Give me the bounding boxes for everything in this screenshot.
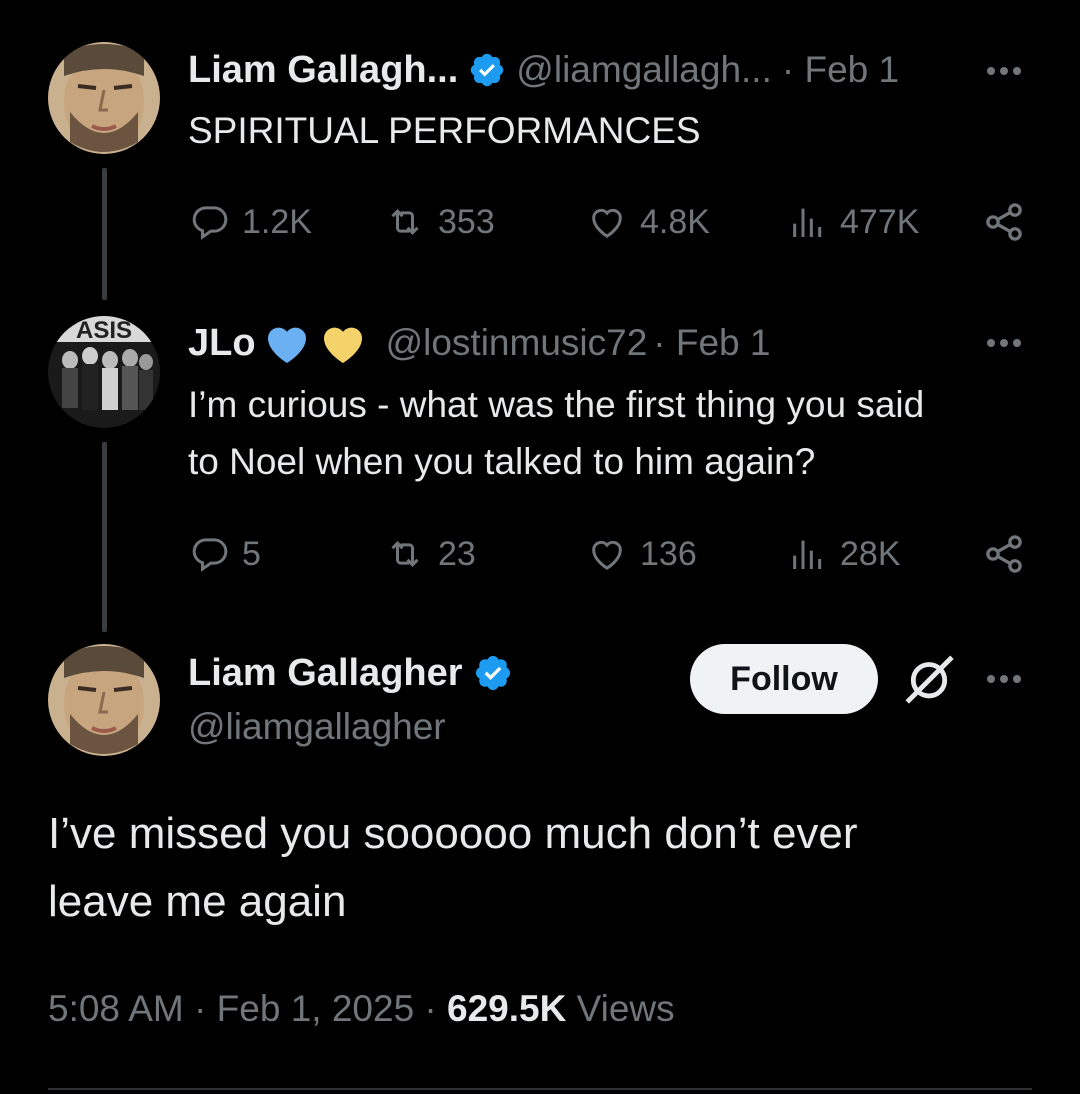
share-icon <box>986 535 1022 573</box>
reply-button[interactable]: 5 <box>190 530 261 578</box>
views-count: 28K <box>840 534 901 573</box>
reply-count: 1.2K <box>242 202 312 241</box>
author-handle[interactable]: @liamgallagher <box>188 706 446 748</box>
thread-line <box>102 442 107 632</box>
separator: · <box>194 988 207 1029</box>
repost-icon <box>391 209 419 235</box>
main-tweet-text: I’ve missed you soooooo much don’t ever … <box>48 800 858 936</box>
share-button[interactable] <box>982 530 1026 578</box>
tweet-text: SPIRITUAL PERFORMANCES <box>188 110 701 151</box>
more-options-icon[interactable] <box>987 339 1021 347</box>
heart-icon <box>592 208 622 238</box>
like-count: 136 <box>640 534 697 573</box>
author-name[interactable]: Liam Gallagher <box>188 652 463 695</box>
divider <box>48 1088 1032 1090</box>
reply-button[interactable]: 1.2K <box>190 198 312 246</box>
tweet-text: I’m curious - what was the first thing y… <box>188 376 924 490</box>
tweet-text-line: I’ve missed you soooooo much don’t ever <box>48 809 858 858</box>
reply-icon <box>192 206 228 240</box>
like-button[interactable]: 4.8K <box>586 198 710 246</box>
avatar[interactable]: ASIS <box>48 316 160 428</box>
tweet-full-date[interactable]: Feb 1, 2025 <box>217 988 414 1029</box>
tweet-date[interactable]: · Feb 1 <box>653 322 770 364</box>
views-total: 629.5K <box>447 988 567 1029</box>
avatar-image <box>48 42 160 154</box>
main-author: Liam Gallagher <box>188 648 513 698</box>
views-button[interactable]: 28K <box>788 530 901 578</box>
tweet-meta: 5:08 AM · Feb 1, 2025 · 629.5K Views <box>48 988 675 1030</box>
repost-count: 23 <box>438 534 476 573</box>
author-name[interactable]: Liam Gallagh... <box>188 49 458 92</box>
tweet-text-line: I’m curious - what was the first thing y… <box>188 384 925 425</box>
tweet1-actions: 1.2K 353 4.8K 477K <box>188 198 1028 246</box>
more-options-icon[interactable] <box>987 675 1021 683</box>
follow-button[interactable]: Follow <box>690 644 878 714</box>
author-handle[interactable]: @lostinmusic72 <box>386 322 648 364</box>
verified-badge-icon <box>475 655 510 691</box>
views-icon <box>793 540 822 569</box>
separator: · <box>424 988 437 1029</box>
yellow-heart-icon <box>323 327 362 363</box>
tweet1-header: Liam Gallagh... @liamgallagh... · Feb 1 <box>188 46 899 94</box>
tweet-time[interactable]: 5:08 AM <box>48 988 184 1029</box>
blue-heart-icon <box>267 327 306 363</box>
avatar[interactable] <box>48 42 160 154</box>
tweet2-actions: 5 23 136 28K <box>188 530 1028 578</box>
avatar[interactable] <box>48 644 160 756</box>
like-button[interactable]: 136 <box>586 530 697 578</box>
grok-icon[interactable] <box>900 650 958 708</box>
views-icon <box>793 208 822 237</box>
repost-icon <box>391 541 419 567</box>
more-options-icon[interactable] <box>987 67 1021 75</box>
tweet-date[interactable]: · Feb 1 <box>782 49 899 91</box>
reply-count: 5 <box>242 534 261 573</box>
tweet2-header: JLo @lostinmusic72 · Feb 1 <box>188 318 771 368</box>
views-count: 477K <box>840 202 920 241</box>
like-count: 4.8K <box>640 202 710 241</box>
author-handle[interactable]: @liamgallagh... <box>516 49 772 91</box>
share-button[interactable] <box>982 198 1026 246</box>
views-button[interactable]: 477K <box>788 198 919 246</box>
tweet-text-line: to Noel when you talked to him again? <box>188 441 816 482</box>
reply-icon <box>192 538 228 572</box>
avatar-image <box>48 644 160 756</box>
repost-button[interactable]: 23 <box>384 530 476 578</box>
avatar-image: ASIS <box>48 316 160 428</box>
svg-text:ASIS: ASIS <box>76 317 132 344</box>
repost-button[interactable]: 353 <box>384 198 495 246</box>
thread-line <box>102 168 107 300</box>
author-name[interactable]: JLo <box>188 322 256 365</box>
heart-icon <box>592 540 622 570</box>
share-icon <box>986 203 1022 241</box>
views-label: Views <box>576 988 675 1029</box>
repost-count: 353 <box>438 202 495 241</box>
tweet-text-line: leave me again <box>48 877 347 926</box>
verified-badge-icon <box>471 53 504 87</box>
